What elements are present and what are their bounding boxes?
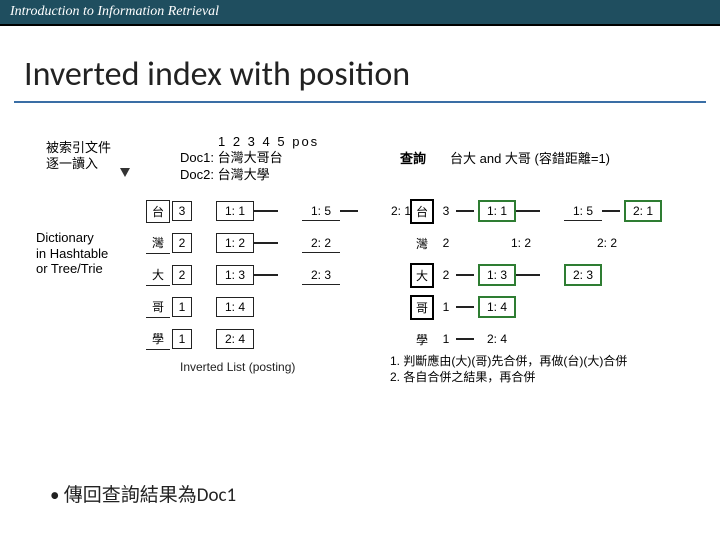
note-line-2: 2. 各自合併之結果，再合併 <box>390 369 627 385</box>
right-term-1: 灣 <box>410 233 434 254</box>
left-row-2: 大 2 1: 3 2: 3 <box>146 262 340 288</box>
right-term-4: 學 <box>410 329 434 350</box>
link-icon <box>340 210 358 212</box>
left-row-3: 哥 1 1: 4 <box>146 294 254 320</box>
left-post-4-0: 2: 4 <box>216 329 254 349</box>
slide-title: Inverted index with position <box>24 54 720 95</box>
merge-notes: 1. 判斷應由(大)(哥)先合併，再做(台)(大)合併 2. 各自合併之結果，再… <box>390 353 627 385</box>
right-term-0: 台 <box>410 199 434 224</box>
doc2-text: Doc2: 台灣大學 <box>180 167 319 183</box>
left-post-0-1: 1: 5 <box>302 202 340 221</box>
left-term-0: 台 <box>146 200 170 223</box>
label-dict-l2: in Hashtable <box>36 246 108 262</box>
right-post-2-0: 1: 3 <box>478 264 516 286</box>
left-term-2: 大 <box>146 264 170 286</box>
left-post-2-1: 2: 3 <box>302 266 340 285</box>
left-row-0: 台 3 1: 1 1: 5 2: 1 <box>146 198 420 224</box>
right-term-2: 大 <box>410 263 434 288</box>
left-row-4: 學 1 2: 4 <box>146 326 254 352</box>
right-post-0-0: 1: 1 <box>478 200 516 222</box>
pos-header: 1 2 3 4 5 pos <box>180 134 319 150</box>
link-icon <box>254 242 278 244</box>
right-df-0: 3 <box>436 202 456 220</box>
right-row-4: 學 1 2: 4 <box>410 326 516 352</box>
right-row-0: 台 3 1: 1 1: 5 2: 1 <box>410 198 662 224</box>
right-post-1-0: 1: 2 <box>502 234 540 252</box>
right-post-2-1: 2: 3 <box>564 264 602 286</box>
left-post-1-1: 2: 2 <box>302 234 340 253</box>
topbar-title: Introduction to Information Retrieval <box>10 4 219 20</box>
left-term-1: 灣 <box>146 232 170 254</box>
right-df-3: 1 <box>436 298 456 316</box>
right-post-4-0: 2: 4 <box>478 330 516 348</box>
left-post-1-0: 1: 2 <box>216 233 254 253</box>
left-row-1: 灣 2 1: 2 2: 2 <box>146 230 340 256</box>
right-post-1-1: 2: 2 <box>588 234 626 252</box>
label-indexed-docs-l2: 逐一讀入 <box>46 156 111 172</box>
right-row-3: 哥 1 1: 4 <box>410 294 516 320</box>
link-icon <box>456 338 474 340</box>
link-icon <box>254 274 278 276</box>
left-df-3: 1 <box>172 297 192 317</box>
arrow-down-icon <box>120 168 130 177</box>
link-icon <box>254 210 278 212</box>
left-post-2-0: 1: 3 <box>216 265 254 285</box>
query-label: 查詢 <box>400 148 426 167</box>
label-dict-l3: or Tree/Trie <box>36 261 108 277</box>
right-df-2: 2 <box>436 266 456 284</box>
doc1-text: Doc1: 台灣大哥台 <box>180 150 319 166</box>
left-term-3: 哥 <box>146 296 170 318</box>
right-term-3: 哥 <box>410 295 434 320</box>
note-line-1: 1. 判斷應由(大)(哥)先合併，再做(台)(大)合併 <box>390 353 627 369</box>
right-post-0-1: 1: 5 <box>564 202 602 221</box>
left-post-0-0: 1: 1 <box>216 201 254 221</box>
link-icon <box>602 210 620 212</box>
left-term-4: 學 <box>146 328 170 350</box>
link-icon <box>456 274 474 276</box>
right-post-3-0: 1: 4 <box>478 296 516 318</box>
link-icon <box>516 210 540 212</box>
inverted-list-caption: Inverted List (posting) <box>180 360 295 374</box>
right-post-0-2: 2: 1 <box>624 200 662 222</box>
left-df-1: 2 <box>172 233 192 253</box>
right-row-1: 灣 2 1: 2 2: 2 <box>410 230 626 256</box>
left-df-2: 2 <box>172 265 192 285</box>
label-indexed-docs: 被索引文件 逐一讀入 <box>46 140 111 171</box>
left-df-0: 3 <box>172 201 192 221</box>
label-dictionary: Dictionary in Hashtable or Tree/Trie <box>36 230 108 277</box>
query-text: 台大 and 大哥 (容錯距離=1) <box>450 148 610 167</box>
link-icon <box>456 306 474 308</box>
right-df-4: 1 <box>436 330 456 348</box>
title-rule <box>14 101 706 103</box>
topbar: Introduction to Information Retrieval <box>0 0 720 26</box>
result-bullet-text: 傳回查詢結果為Doc1 <box>64 484 236 507</box>
left-df-4: 1 <box>172 329 192 349</box>
link-icon <box>456 210 474 212</box>
label-dict-l1: Dictionary <box>36 230 108 246</box>
doc-header: 1 2 3 4 5 pos Doc1: 台灣大哥台 Doc2: 台灣大學 <box>180 134 319 183</box>
result-bullet: 傳回查詢結果為Doc1 <box>50 480 236 507</box>
label-indexed-docs-l1: 被索引文件 <box>46 140 111 156</box>
right-df-1: 2 <box>436 234 456 252</box>
right-row-2: 大 2 1: 3 2: 3 <box>410 262 602 288</box>
left-post-3-0: 1: 4 <box>216 297 254 317</box>
link-icon <box>516 274 540 276</box>
